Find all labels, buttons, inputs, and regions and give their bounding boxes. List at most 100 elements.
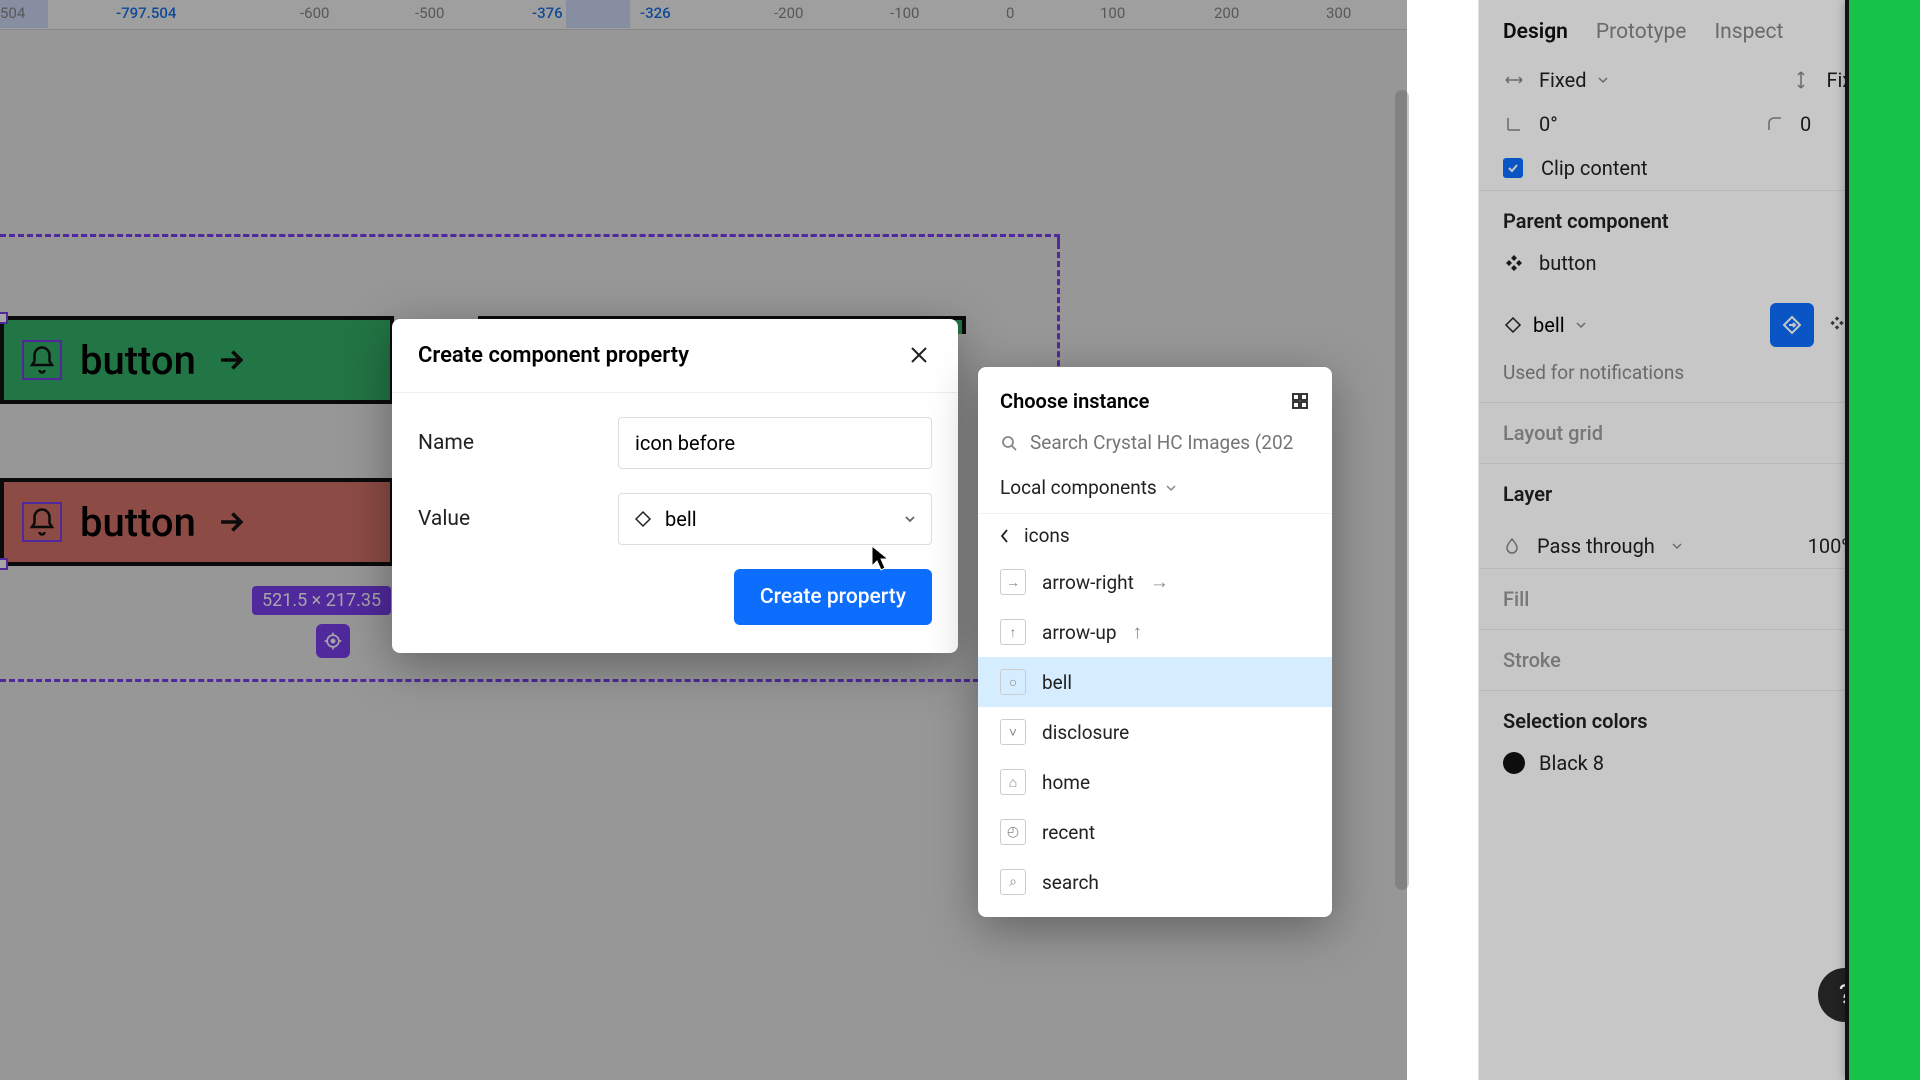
resize-handle[interactable] [0,312,8,324]
resize-handle[interactable] [0,558,8,570]
rotation-value[interactable]: 0° [1539,112,1619,136]
width-mode-value: Fixed [1539,68,1587,92]
stroke-heading: Stroke [1503,648,1561,672]
dimension-badge: 521.5 × 217.35 [252,586,391,615]
name-label: Name [418,431,618,455]
chevron-down-icon [903,514,917,524]
ruler-tick: 300 [1326,4,1351,22]
scope-dropdown[interactable]: Local components [978,470,1332,513]
value-dropdown[interactable]: bell [618,493,932,545]
instance-name: bell [1533,313,1565,337]
ruler-tick: 200 [1214,4,1239,22]
instance-thumb-icon: → [1000,569,1026,595]
blend-icon [1503,537,1521,555]
ruler-tick: 0 [1006,4,1014,22]
instance-thumb-icon: ◴ [1000,819,1026,845]
component-label: button [80,499,196,546]
blend-mode-value[interactable]: Pass through [1537,534,1655,558]
tab-design[interactable]: Design [1503,20,1568,44]
color-name: Black 8 [1539,751,1604,775]
parent-component-name[interactable]: button [1539,251,1597,275]
name-input[interactable] [618,417,932,469]
choose-instance-title: Choose instance [1000,389,1149,413]
ruler-tick: -200 [774,4,803,22]
instance-item-disclosure[interactable]: ˅ disclosure [978,707,1332,757]
vertical-scrollbar[interactable] [1395,90,1409,890]
ruler-tick: 100 [1100,4,1125,22]
bell-icon [22,502,62,542]
clip-content-checkbox[interactable] [1503,158,1523,178]
component-green[interactable]: button [0,316,394,404]
modal-title: Create component property [418,343,689,368]
instance-thumb-icon: ⌕ [1000,869,1026,895]
angle-icon [1503,113,1525,135]
target-icon[interactable] [316,624,350,658]
instance-thumb-icon: ˅ [1000,719,1026,745]
arrow-right-icon [214,505,248,539]
go-to-main-component-button[interactable] [1770,303,1814,347]
instance-item-search[interactable]: ⌕ search [978,857,1332,907]
instance-suffix-icon: ↑ [1133,620,1143,644]
ruler-tick: 504 [0,4,25,22]
instance-suffix-icon: → [1150,570,1169,594]
scope-label: Local components [1000,476,1157,499]
corner-icon [1764,113,1786,135]
breadcrumb-label: icons [1024,524,1070,547]
instance-item-label: arrow-right [1042,571,1134,594]
value-selected: bell [665,507,697,531]
arrow-right-icon [214,343,248,377]
color-swatch[interactable] [1503,752,1525,774]
clip-content-label: Clip content [1541,156,1648,180]
breadcrumb-back[interactable]: icons [978,513,1332,557]
tab-prototype[interactable]: Prototype [1596,20,1687,44]
instance-item-label: recent [1042,821,1095,844]
ruler-tick: -100 [890,4,919,22]
right-edge-bar [1849,0,1920,1080]
selection-frame-top [0,234,1060,246]
width-mode-dropdown[interactable]: Fixed [1539,68,1609,92]
bell-icon [22,340,62,380]
value-label: Value [418,507,618,531]
instance-thumb-icon: ↑ [1000,619,1026,645]
create-property-button[interactable]: Create property [734,569,932,625]
ruler-tick: -376 [532,4,563,22]
instance-item-home[interactable]: ⌂ home [978,757,1332,807]
close-icon[interactable] [908,344,932,368]
mouse-cursor [870,544,890,572]
instance-item-label: search [1042,871,1099,894]
instance-swap-dropdown[interactable]: bell [1503,313,1587,337]
horizontal-resize-icon [1503,69,1525,91]
instance-thumb-icon: ○ [1000,669,1026,695]
instance-item-label: disclosure [1042,721,1129,744]
grid-view-icon[interactable] [1290,391,1310,411]
ruler-tick: -797.504 [116,4,176,22]
component-label: button [80,337,196,384]
parent-component-heading: Parent component [1503,209,1669,233]
component-icon [1503,252,1525,274]
ruler-selection [566,0,630,28]
selection-colors-heading: Selection colors [1503,709,1647,733]
layout-grid-heading: Layout grid [1503,421,1603,445]
tab-inspect[interactable]: Inspect [1714,20,1783,44]
search-input[interactable] [1030,431,1310,454]
fill-heading: Fill [1503,587,1529,611]
instance-item-bell[interactable]: ○ bell [978,657,1332,707]
layer-heading: Layer [1503,482,1552,506]
instance-list: → arrow-right → ↑ arrow-up ↑ ○ bell ˅ disclosur… [978,557,1332,907]
search-icon [1000,434,1018,452]
instance-item-arrow-right[interactable]: → arrow-right → [978,557,1332,607]
component-red[interactable]: button [0,478,394,566]
instance-item-label: arrow-up [1042,621,1117,644]
create-property-modal: Create component property Name Value bel… [392,319,958,653]
ruler-tick: -326 [640,4,671,22]
instance-item-arrow-up[interactable]: ↑ arrow-up ↑ [978,607,1332,657]
instance-item-label: bell [1042,671,1072,694]
instance-item-label: home [1042,771,1090,794]
horizontal-ruler: 504 -797.504 -600 -500 -376 -326 -200 -100 0 100 2… [0,0,1407,30]
instance-thumb-icon: ⌂ [1000,769,1026,795]
ruler-tick: -500 [415,4,444,22]
instance-item-recent[interactable]: ◴ recent [978,807,1332,857]
choose-instance-popover: Choose instance Local components icons →… [978,367,1332,917]
ruler-tick: -600 [300,4,329,22]
vertical-resize-icon [1790,69,1812,91]
